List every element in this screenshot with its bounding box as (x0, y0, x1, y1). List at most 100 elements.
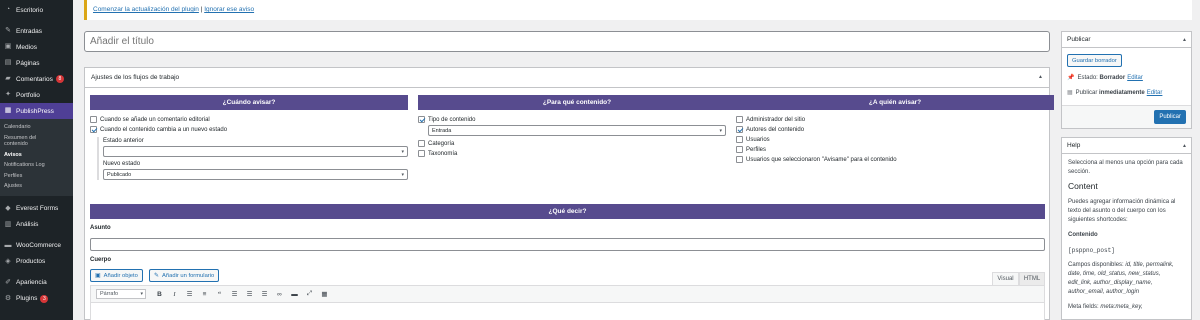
add-form-button[interactable]: ✎ Añadir un formulario (149, 269, 220, 282)
content-type-select[interactable]: Entrada ▾ (428, 125, 726, 136)
option-content-authors[interactable]: Autores del contenido (736, 125, 1054, 134)
submenu-perfiles[interactable]: Perfiles (0, 171, 73, 182)
blockquote-icon[interactable]: “ (212, 291, 227, 298)
option-users[interactable]: Usuarios (736, 135, 1054, 144)
media-icon: ▣ (95, 273, 101, 279)
submenu-resumen[interactable]: Resumen del contenido (0, 133, 48, 150)
fullscreen-icon[interactable]: ⤢ (302, 290, 317, 298)
help-subheading: Contenido (1068, 232, 1098, 238)
checkbox[interactable] (736, 116, 743, 123)
numbered-list-icon[interactable]: ≡ (197, 291, 212, 298)
option-taxonomy[interactable]: Taxonomía (418, 149, 736, 158)
link-icon[interactable]: ∞ (272, 291, 287, 298)
collapse-arrow-icon[interactable]: ▲ (1038, 74, 1043, 80)
bold-icon[interactable]: B (152, 291, 167, 298)
menu-apariencia[interactable]: ✐ Apariencia (0, 275, 73, 291)
checkbox[interactable] (736, 156, 743, 163)
publish-button[interactable]: Publicar (1154, 110, 1186, 124)
menu-woocommerce[interactable]: ▬ WooCommerce (0, 238, 73, 254)
menu-plugins[interactable]: ⚙ Plugins 3 (0, 291, 73, 307)
help-intro: Selecciona al menos una opción para cada… (1068, 160, 1183, 175)
edit-schedule-link[interactable]: Editar (1147, 90, 1163, 96)
checkbox[interactable] (90, 116, 97, 123)
help-box: Help ▲ Selecciona al menos una opción pa… (1061, 137, 1192, 320)
read-more-icon[interactable]: ▬ (287, 291, 302, 298)
media-icon: ▣ (4, 43, 12, 50)
help-box-title: Help (1067, 142, 1081, 149)
comment-icon: ▰ (5, 75, 11, 82)
tab-visual[interactable]: Visual (992, 272, 1019, 285)
checkbox-checked[interactable] (736, 126, 743, 133)
menu-everest-forms[interactable]: ◆ Everest Forms (0, 201, 73, 217)
menu-entradas[interactable]: ✎ Entradas (0, 23, 73, 39)
italic-icon[interactable]: I (167, 291, 182, 298)
option-site-admin[interactable]: Administrador del sitio (736, 115, 1054, 124)
notice-separator: | (200, 6, 203, 13)
checkbox[interactable] (418, 140, 425, 147)
option-notify-me-users[interactable]: Usuarios que seleccionaron "Avisame" par… (736, 155, 1054, 164)
add-media-button[interactable]: ▣ Añadir objeto (90, 269, 143, 282)
menu-comentarios[interactable]: ▰ Comentarios 8 (0, 71, 73, 87)
help-content-title: Content (1068, 181, 1098, 191)
menu-analisis[interactable]: ▥ Análisis (0, 217, 73, 233)
checkbox[interactable] (736, 146, 743, 153)
menu-productos[interactable]: ◈ Productos (0, 254, 73, 270)
option-status-change[interactable]: Cuando el contenido cambia a un nuevo es… (90, 125, 408, 134)
who-heading: ¿A quién avisar? (736, 95, 1054, 110)
checkbox[interactable] (736, 136, 743, 143)
menu-escritorio[interactable]: ◔ Escritorio (0, 2, 73, 18)
page-icon: ▤ (4, 59, 12, 66)
prev-state-select[interactable]: ▾ (103, 146, 408, 157)
publish-box-header[interactable]: Publicar ▲ (1062, 32, 1191, 48)
format-select[interactable]: Párrafo ▾ (96, 289, 146, 299)
option-editorial-comment[interactable]: Cuando se añade un comentario editorial (90, 115, 408, 124)
tab-html[interactable]: HTML (1019, 272, 1045, 285)
schedule-value: inmediatamente (1099, 89, 1145, 96)
subject-input[interactable] (90, 238, 1045, 251)
option-roles[interactable]: Perfiles (736, 145, 1054, 154)
body-editor[interactable]: Párrafo ▾ B I ☰ ≡ “ ☰ ☰ ☰ ∞ ▬ ⤢ ▦ (90, 285, 1045, 320)
prev-state-label: Estado anterior (103, 138, 144, 144)
submenu-calendario[interactable]: Calendario (0, 122, 73, 133)
publish-box: Publicar ▲ Guardar borrador 📌 Estado: Bo… (1061, 31, 1192, 129)
dashboard-icon: ◔ (5, 6, 11, 13)
toolbar-toggle-icon[interactable]: ▦ (317, 290, 332, 298)
workflow-box-header[interactable]: Ajustes de los flujos de trabajo ▲ (85, 68, 1049, 88)
submenu-notifications-log[interactable]: Notifications Log (0, 160, 73, 171)
menu-medios[interactable]: ▣ Medios (0, 39, 73, 55)
submenu-avisos[interactable]: Avisos (0, 150, 73, 161)
checkbox-checked[interactable] (90, 126, 97, 133)
status-row: 📌 Estado: Borrador Editar (1067, 74, 1143, 82)
collapse-arrow-icon[interactable]: ▲ (1182, 143, 1187, 149)
title-input[interactable] (84, 31, 1050, 52)
menu-paginas[interactable]: ▤ Páginas (0, 55, 73, 71)
checkbox-checked[interactable] (418, 116, 425, 123)
help-box-header[interactable]: Help ▲ (1062, 138, 1191, 154)
chevron-down-icon: ▾ (140, 291, 143, 297)
edit-status-link[interactable]: Editar (1127, 75, 1143, 81)
option-content-type[interactable]: Tipo de contenido (418, 115, 736, 124)
ignore-notice-link[interactable]: Ignorar ese aviso (204, 6, 254, 13)
align-center-icon[interactable]: ☰ (242, 290, 257, 298)
new-state-select[interactable]: Publicado ▾ (103, 169, 408, 180)
checkbox[interactable] (418, 150, 425, 157)
menu-publishpress[interactable]: ▦ PublishPress (0, 103, 73, 119)
plugins-icon: ⚙ (4, 294, 12, 302)
update-plugin-link[interactable]: Comenzar la actualización del plugin (93, 6, 199, 13)
align-right-icon[interactable]: ☰ (257, 290, 272, 298)
align-left-icon[interactable]: ☰ (227, 290, 242, 298)
save-draft-button[interactable]: Guardar borrador (1067, 54, 1122, 67)
bullet-list-icon[interactable]: ☰ (182, 290, 197, 298)
pin-icon: ✎ (5, 27, 11, 34)
publishpress-submenu: Calendario Resumen del contenido Avisos … (0, 119, 73, 196)
workflow-box-title: Ajustes de los flujos de trabajo (91, 74, 180, 81)
comments-count-badge: 8 (55, 75, 64, 83)
option-category[interactable]: Categoría (418, 139, 736, 148)
menu-portfolio[interactable]: ✦ Portfolio (0, 87, 73, 103)
body-label: Cuerpo (90, 257, 111, 263)
submenu-ajustes[interactable]: Ajustes (0, 181, 73, 192)
help-shortcode: [psppno_post] (1068, 247, 1115, 254)
collapse-arrow-icon[interactable]: ▲ (1182, 37, 1187, 43)
say-heading: ¿Qué decir? (90, 204, 1045, 219)
chevron-down-icon: ▾ (719, 128, 722, 134)
